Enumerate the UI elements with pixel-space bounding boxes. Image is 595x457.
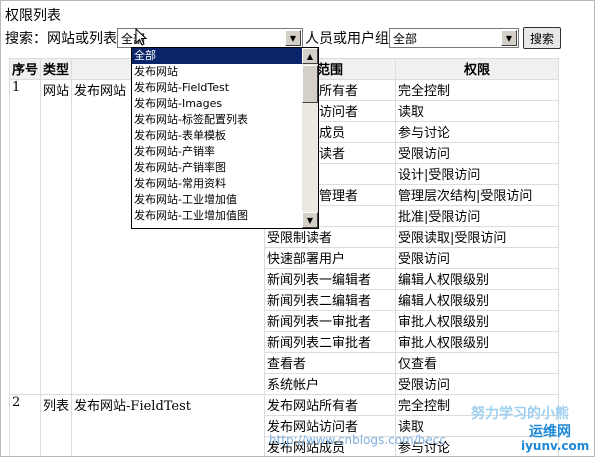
permission-cell: 编辑人权限级别 — [395, 268, 560, 290]
dropdown-option[interactable]: 发布网站-工业增加值 — [132, 192, 302, 208]
dropdown-option[interactable]: 发布网站-表单模板 — [132, 128, 302, 144]
triangle-up-icon[interactable]: ▲ — [302, 48, 318, 64]
col-header-index: 序号 — [8, 58, 42, 80]
dropdown-option[interactable]: 全部 — [132, 48, 302, 64]
row-index: 1 — [8, 79, 42, 395]
user-select-value: 全部 — [393, 31, 418, 46]
dropdown-option[interactable]: 发布网站 — [132, 64, 302, 80]
scope-cell: 快速部署用户 — [264, 247, 397, 269]
row-index: 2 — [8, 394, 42, 456]
scope-cell: 新闻列表一编辑者 — [264, 268, 397, 290]
page-frame: 权限列表 搜索：网站或列表 全部 ▼ 人员或用户组 全部 ▼ 搜索 序号 类型 … — [0, 0, 595, 457]
permission-cell: 批准|受限访问 — [395, 205, 560, 227]
scope-cell: 受限制读者 — [264, 226, 397, 248]
dropdown-option[interactable]: 发布网站-标签配置列表 — [132, 112, 302, 128]
dropdown-option[interactable]: 发布网站-产销率 — [132, 144, 302, 160]
permission-cell: 审批人权限级别 — [395, 310, 560, 332]
search-button[interactable]: 搜索 — [523, 27, 562, 49]
scope-cell: 新闻列表二审批者 — [264, 331, 397, 353]
dropdown-option[interactable]: 发布网站-Images — [132, 96, 302, 112]
watermark-site-url: iyunv.com — [521, 439, 590, 453]
permission-cell: 受限访问 — [395, 373, 560, 395]
row-type: 网站 — [40, 79, 73, 395]
watermark-url: http://www.cnblogs.com/hecc — [269, 433, 446, 447]
watermark-site: 运维网 — [529, 424, 571, 440]
permission-cell: 管理层次结构|受限访问 — [395, 184, 560, 206]
page-title: 权限列表 — [5, 8, 61, 24]
search-bar: 搜索：网站或列表 全部 ▼ 人员或用户组 全部 ▼ 搜索 — [5, 27, 562, 49]
scope-cell: 新闻列表二编辑者 — [264, 289, 397, 311]
scope-cell: 查看者 — [264, 352, 397, 374]
permission-cell: 仅查看 — [395, 352, 560, 374]
permission-cell: 编辑人权限级别 — [395, 289, 560, 311]
watermark-brand: 努力学习的小熊 — [471, 406, 569, 422]
permission-cell: 受限访问 — [395, 142, 560, 164]
list-select-dropdown[interactable]: 全部 发布网站 发布网站-FieldTest 发布网站-Images 发布网站-… — [131, 47, 319, 229]
permission-cell: 设计|受限访问 — [395, 163, 560, 185]
search-label: 搜索：网站或列表 — [5, 31, 117, 47]
user-label: 人员或用户组 — [305, 31, 389, 47]
dropdown-option[interactable]: 发布网站-FieldTest — [132, 80, 302, 96]
permission-cell: 读取 — [395, 100, 560, 122]
dropdown-list: 全部 发布网站 发布网站-FieldTest 发布网站-Images 发布网站-… — [132, 48, 302, 224]
permission-cell: 受限访问 — [395, 247, 560, 269]
scrollbar-thumb[interactable] — [302, 65, 318, 103]
user-select[interactable]: 全部 ▼ — [389, 28, 519, 48]
mouse-pointer-icon — [135, 27, 148, 50]
permission-cell: 完全控制 — [395, 79, 560, 101]
row-type: 列表 — [40, 394, 73, 456]
dropdown-option[interactable]: 发布网站-产销率图 — [132, 160, 302, 176]
dropdown-scrollbar[interactable]: ▲ ▼ — [302, 48, 318, 228]
permission-cell: 审批人权限级别 — [395, 331, 560, 353]
col-header-permission: 权限 — [395, 58, 560, 80]
triangle-down-icon[interactable]: ▼ — [302, 212, 318, 228]
permission-cell: 受限读取|受限访问 — [395, 226, 560, 248]
scope-cell: 新闻列表一审批者 — [264, 310, 397, 332]
triangle-down-icon[interactable]: ▼ — [501, 30, 517, 46]
col-header-type: 类型 — [40, 58, 73, 80]
row-name: 发布网站-FieldTest — [71, 394, 266, 456]
triangle-down-icon[interactable]: ▼ — [285, 30, 301, 46]
dropdown-option[interactable]: 发布网站-常用资料 — [132, 176, 302, 192]
permission-cell: 参与讨论 — [395, 121, 560, 143]
dropdown-option[interactable]: 发布网站-工业增加值图 — [132, 208, 302, 224]
scope-cell: 系统帐户 — [264, 373, 397, 395]
scope-cell: 发布网站所有者 — [264, 394, 397, 416]
